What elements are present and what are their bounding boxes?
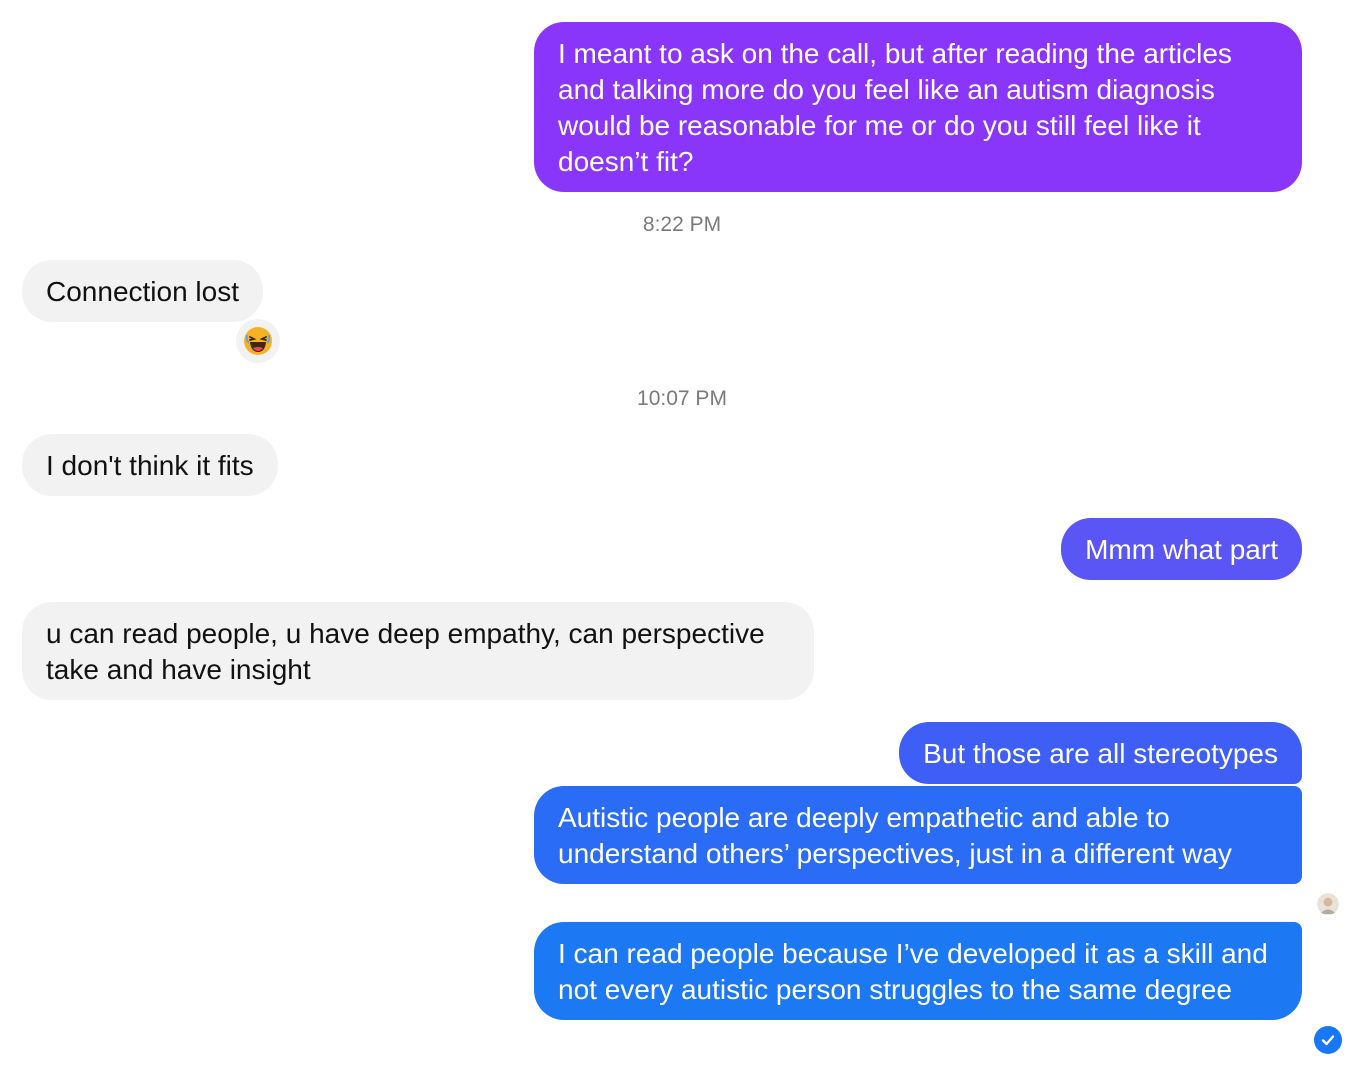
outgoing-message[interactable]: I can read people because I’ve developed… — [534, 922, 1302, 1020]
contact-avatar-icon — [1317, 893, 1339, 915]
laughing-emoji-icon — [244, 327, 272, 355]
laughing-emoji-reaction[interactable] — [234, 317, 282, 365]
message-thread: I meant to ask on the call, but after re… — [0, 0, 1364, 1070]
outgoing-message[interactable]: Mmm what part — [1061, 518, 1302, 580]
outgoing-message[interactable]: But those are all stereotypes — [899, 722, 1302, 784]
timestamp: 10:07 PM — [637, 387, 727, 410]
incoming-message[interactable]: Connection lost — [22, 260, 264, 322]
timestamp: 8:22 PM — [642, 213, 722, 236]
check-circle-icon — [1314, 1026, 1342, 1054]
outgoing-message[interactable]: I meant to ask on the call, but after re… — [534, 22, 1302, 192]
incoming-message[interactable]: I don't think it fits — [22, 434, 278, 496]
outgoing-message[interactable]: Autistic people are deeply empathetic an… — [534, 786, 1302, 884]
incoming-message[interactable]: u can read people, u have deep empathy, … — [22, 602, 814, 700]
